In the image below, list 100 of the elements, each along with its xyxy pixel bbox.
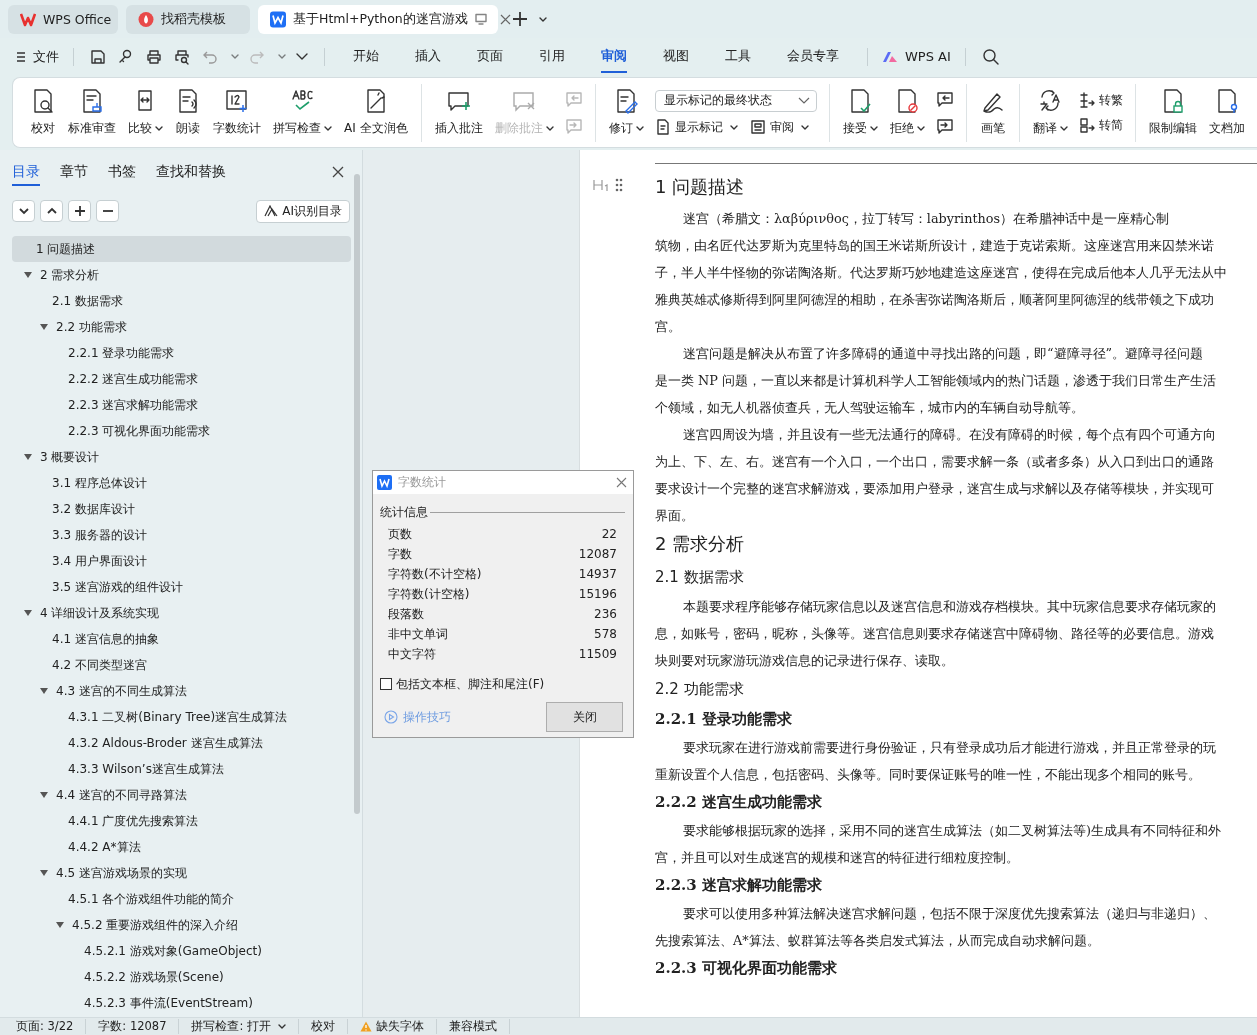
outline-item[interactable]: 4.5.1 各个游戏组件功能的简介	[12, 886, 351, 912]
ribbon-tab[interactable]: 工具	[725, 40, 751, 73]
outline-item[interactable]: 4.3.3 Wilson’s迷宫生成算法	[12, 756, 351, 782]
ribbon-button[interactable]: 校对	[25, 84, 61, 141]
status-item[interactable]: 兼容模式	[437, 1019, 510, 1034]
outline-item[interactable]: 4.5.2.3 事件流(EventStream)	[12, 990, 351, 1016]
outline-item[interactable]: 2.2 功能需求	[12, 314, 351, 340]
ribbon-button[interactable]: 接受	[837, 84, 883, 141]
caret-icon[interactable]	[539, 15, 547, 23]
ribbon-button[interactable]: 修订	[603, 84, 649, 141]
status-item[interactable]: 页面: 3/22	[16, 1019, 87, 1034]
outline-level-button[interactable]	[68, 200, 91, 222]
panel-tab[interactable]: 书签	[108, 158, 136, 186]
ribbon-tab[interactable]: 开始	[353, 40, 379, 73]
status-item[interactable]: 校对	[299, 1019, 348, 1034]
chevron-down-icon[interactable]	[296, 52, 308, 61]
print-preview-icon[interactable]	[174, 48, 190, 65]
triangle-icon[interactable]	[24, 609, 32, 617]
outline-item[interactable]: 3.2 数据库设计	[12, 496, 351, 522]
outline-item[interactable]: 4.3.1 二叉树(Binary Tree)迷宫生成算法	[12, 704, 351, 730]
ribbon-button[interactable]: 拼写检查	[268, 84, 337, 141]
ai-outline-button[interactable]: AI识别目录	[256, 199, 350, 223]
close-button[interactable]: 关闭	[546, 702, 623, 732]
status-item[interactable]: 拼写检查: 打开	[179, 1019, 299, 1034]
ribbon-button[interactable]: 比较	[123, 84, 168, 141]
wps-ai-button[interactable]: WPS AI	[882, 49, 951, 64]
outline-item[interactable]: 4.4.2 A*算法	[12, 834, 351, 860]
outline-item[interactable]: 4 详细设计及系统实现	[12, 600, 351, 626]
ribbon-button[interactable]: 插入批注	[429, 84, 488, 141]
print-icon[interactable]	[146, 48, 162, 65]
outline-item[interactable]: 2.2.1 登录功能需求	[12, 340, 351, 366]
outline-item[interactable]: 2.1 数据需求	[12, 288, 351, 314]
outline-item[interactable]: 3.5 迷宫游戏的组件设计	[12, 574, 351, 600]
comment-arrow-left-icon[interactable]	[935, 90, 954, 108]
save-icon[interactable]	[90, 48, 106, 65]
outline-item[interactable]: 3.3 服务器的设计	[12, 522, 351, 548]
triangle-icon[interactable]	[24, 453, 32, 461]
outline-item[interactable]: 4.3 迷宫的不同生成算法	[12, 678, 351, 704]
close-icon[interactable]	[332, 166, 344, 178]
ribbon-tab[interactable]: 插入	[415, 40, 441, 73]
outline-item[interactable]: 2.2.3 迷宫求解功能需求	[12, 392, 351, 418]
ribbon-tab[interactable]: 会员专享	[787, 40, 839, 73]
outline-item[interactable]: 2 需求分析	[12, 262, 351, 288]
outline-item[interactable]: 4.5.2.2 游戏场景(Scene)	[12, 964, 351, 990]
ribbon-button[interactable]: 标准审查	[63, 84, 121, 141]
ribbon-button[interactable]: 转简	[1078, 116, 1123, 134]
ribbon-button[interactable]: 转繁	[1078, 91, 1123, 109]
comment-arrow-right-icon[interactable]	[935, 117, 954, 135]
key-icon[interactable]	[118, 48, 134, 65]
outline-item[interactable]: 1 问题描述	[12, 236, 351, 262]
triangle-icon[interactable]	[40, 869, 48, 877]
ribbon-button[interactable]: 字数统计	[208, 84, 266, 141]
outline-item[interactable]: 3.4 用户界面设计	[12, 548, 351, 574]
ribbon-button[interactable]: 文档加	[1203, 84, 1250, 141]
document-tab[interactable]: 找稻壳模板	[126, 4, 250, 34]
document-tab[interactable]: WPS Office	[8, 4, 118, 34]
status-item[interactable]: 缺失字体	[348, 1019, 437, 1034]
panel-tab[interactable]: 章节	[60, 158, 88, 186]
ribbon-tab[interactable]: 页面	[477, 40, 503, 73]
ribbon-button[interactable]: 拒绝	[884, 84, 930, 141]
checkbox[interactable]	[380, 678, 392, 690]
search-icon[interactable]	[981, 47, 1000, 66]
panel-tab[interactable]: 查找和替换	[156, 158, 226, 186]
ribbon-tab[interactable]: 引用	[539, 40, 565, 73]
ribbon-button[interactable]: 显示标记	[654, 118, 738, 136]
ribbon-button[interactable]: 翻译	[1027, 84, 1073, 141]
file-menu-button[interactable]: 文件	[16, 47, 59, 66]
outline-item[interactable]: 3.1 程序总体设计	[12, 470, 351, 496]
close-icon[interactable]	[499, 13, 511, 25]
outline-item[interactable]: 3 概要设计	[12, 444, 351, 470]
ribbon-button[interactable]: 画笔	[974, 84, 1011, 141]
ribbon-button[interactable]: 限制编辑	[1143, 84, 1202, 141]
outline-item[interactable]: 4.5 迷宫游戏场景的实现	[12, 860, 351, 886]
triangle-icon[interactable]	[24, 271, 32, 279]
ribbon-button[interactable]: 审阅	[749, 118, 809, 136]
outline-item[interactable]: 4.4 迷宫的不同寻路算法	[12, 782, 351, 808]
outline-level-button[interactable]	[96, 200, 119, 222]
outline-item[interactable]: 4.3.2 Aldous-Broder 迷宫生成算法	[12, 730, 351, 756]
outline-item[interactable]: 4.5.2.1 游戏对象(GameObject)	[12, 938, 351, 964]
outline-level-button[interactable]	[12, 200, 35, 222]
outline-item[interactable]: 2.2.3 可视化界面功能需求	[12, 418, 351, 444]
plus-icon[interactable]	[512, 11, 528, 27]
ribbon-tab[interactable]: 审阅	[601, 40, 627, 73]
outline-item[interactable]: 4.1 迷宫信息的抽象	[12, 626, 351, 652]
outline-item[interactable]: 4.4.1 广度优先搜索算法	[12, 808, 351, 834]
panel-tab[interactable]: 目录	[12, 158, 40, 186]
markup-mode-dropdown[interactable]: 显示标记的最终状态	[654, 89, 817, 112]
triangle-icon[interactable]	[40, 323, 48, 331]
ribbon-button[interactable]: AI 全文润色	[339, 84, 413, 141]
triangle-icon[interactable]	[40, 687, 48, 695]
outline-item[interactable]: 2.2.2 迷宫生成功能需求	[12, 366, 351, 392]
close-icon[interactable]	[616, 477, 627, 488]
status-item[interactable]: 字数: 12087	[86, 1019, 180, 1034]
ribbon-tab[interactable]: 视图	[663, 40, 689, 73]
ribbon-button[interactable]: 朗读	[170, 84, 206, 141]
triangle-icon[interactable]	[40, 791, 48, 799]
outline-item[interactable]: 4.5.2 重要游戏组件的深入介绍	[12, 912, 351, 938]
outline-item[interactable]: 4.2 不同类型迷宫	[12, 652, 351, 678]
outline-level-button[interactable]	[40, 200, 63, 222]
triangle-icon[interactable]	[56, 921, 64, 929]
